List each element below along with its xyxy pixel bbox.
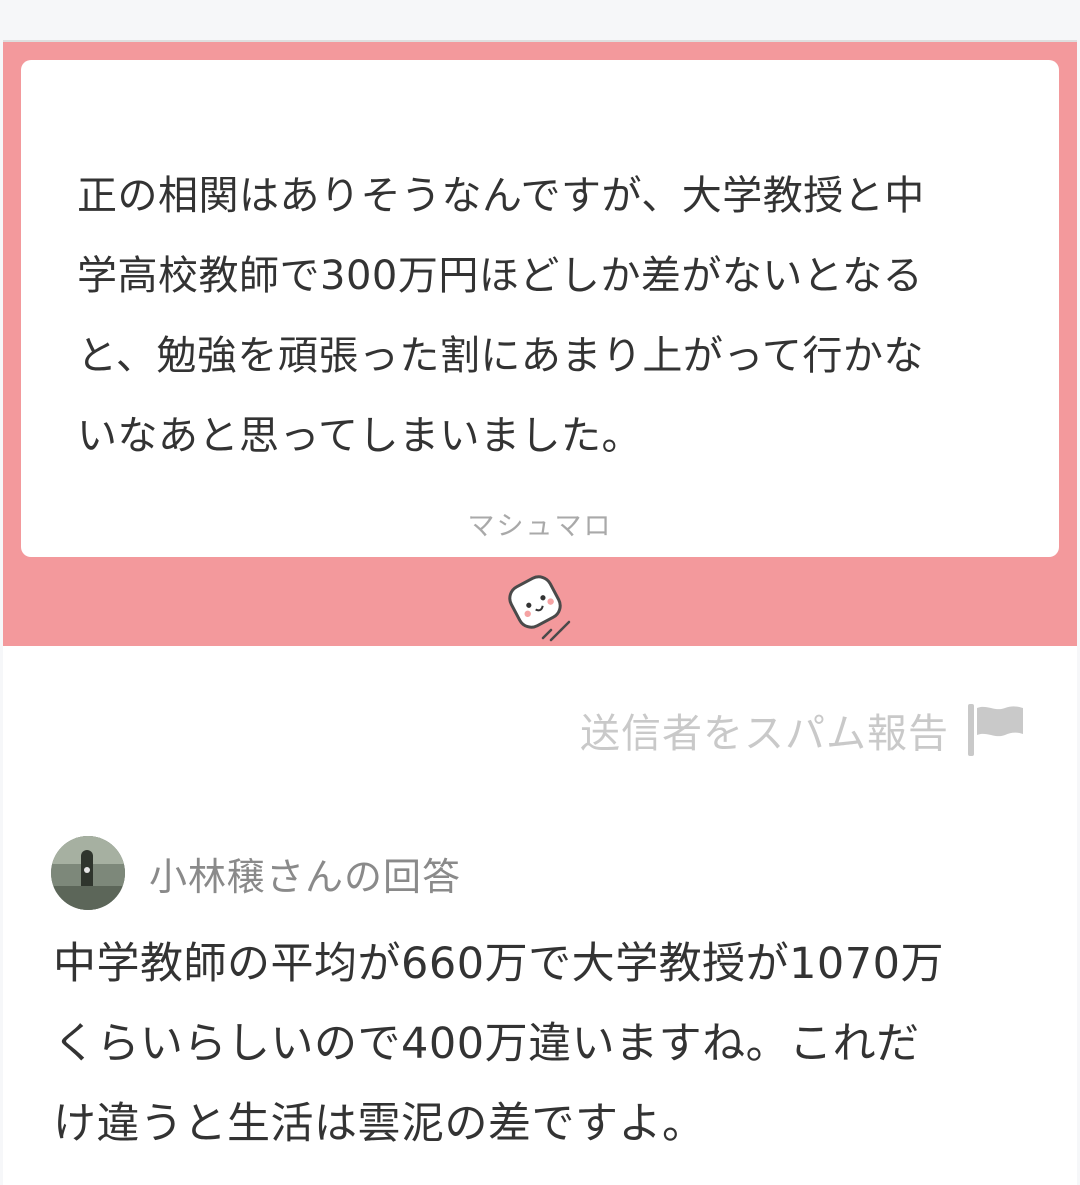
- question-box: 正の相関はありそうなんですが、大学教授と中 学高校教師で300万円ほどしか差がな…: [21, 60, 1059, 557]
- answer-card: 正の相関はありそうなんですが、大学教授と中 学高校教師で300万円ほどしか差がな…: [3, 40, 1077, 1185]
- answerer-name: 小林穣さんの回答: [149, 854, 462, 899]
- marshmallow-mascot-icon: [508, 575, 571, 642]
- page: 正の相関はありそうなんですが、大学教授と中 学高校教師で300万円ほどしか差がな…: [0, 0, 1080, 1185]
- brand-label: マシュマロ: [467, 511, 613, 542]
- avatar-photo-icon: [51, 836, 125, 910]
- answer-header: 小林穣さんの回答: [51, 836, 461, 910]
- answer-text: 中学教師の平均が660万で大学教授が1070万 くらいらしいので400万違います…: [53, 939, 945, 1149]
- question-area: 正の相関はありそうなんですが、大学教授と中 学高校教師で300万円ほどしか差がな…: [3, 42, 1077, 646]
- flag-icon[interactable]: [965, 702, 1027, 758]
- report-spam-row[interactable]: 送信者をスパム報告: [580, 702, 1027, 758]
- user-avatar[interactable]: [51, 836, 125, 910]
- report-spam-link[interactable]: 送信者をスパム報告: [580, 701, 949, 759]
- question-text: 正の相関はありそうなんですが、大学教授と中 学高校教師で300万円ほどしか差がな…: [77, 173, 925, 459]
